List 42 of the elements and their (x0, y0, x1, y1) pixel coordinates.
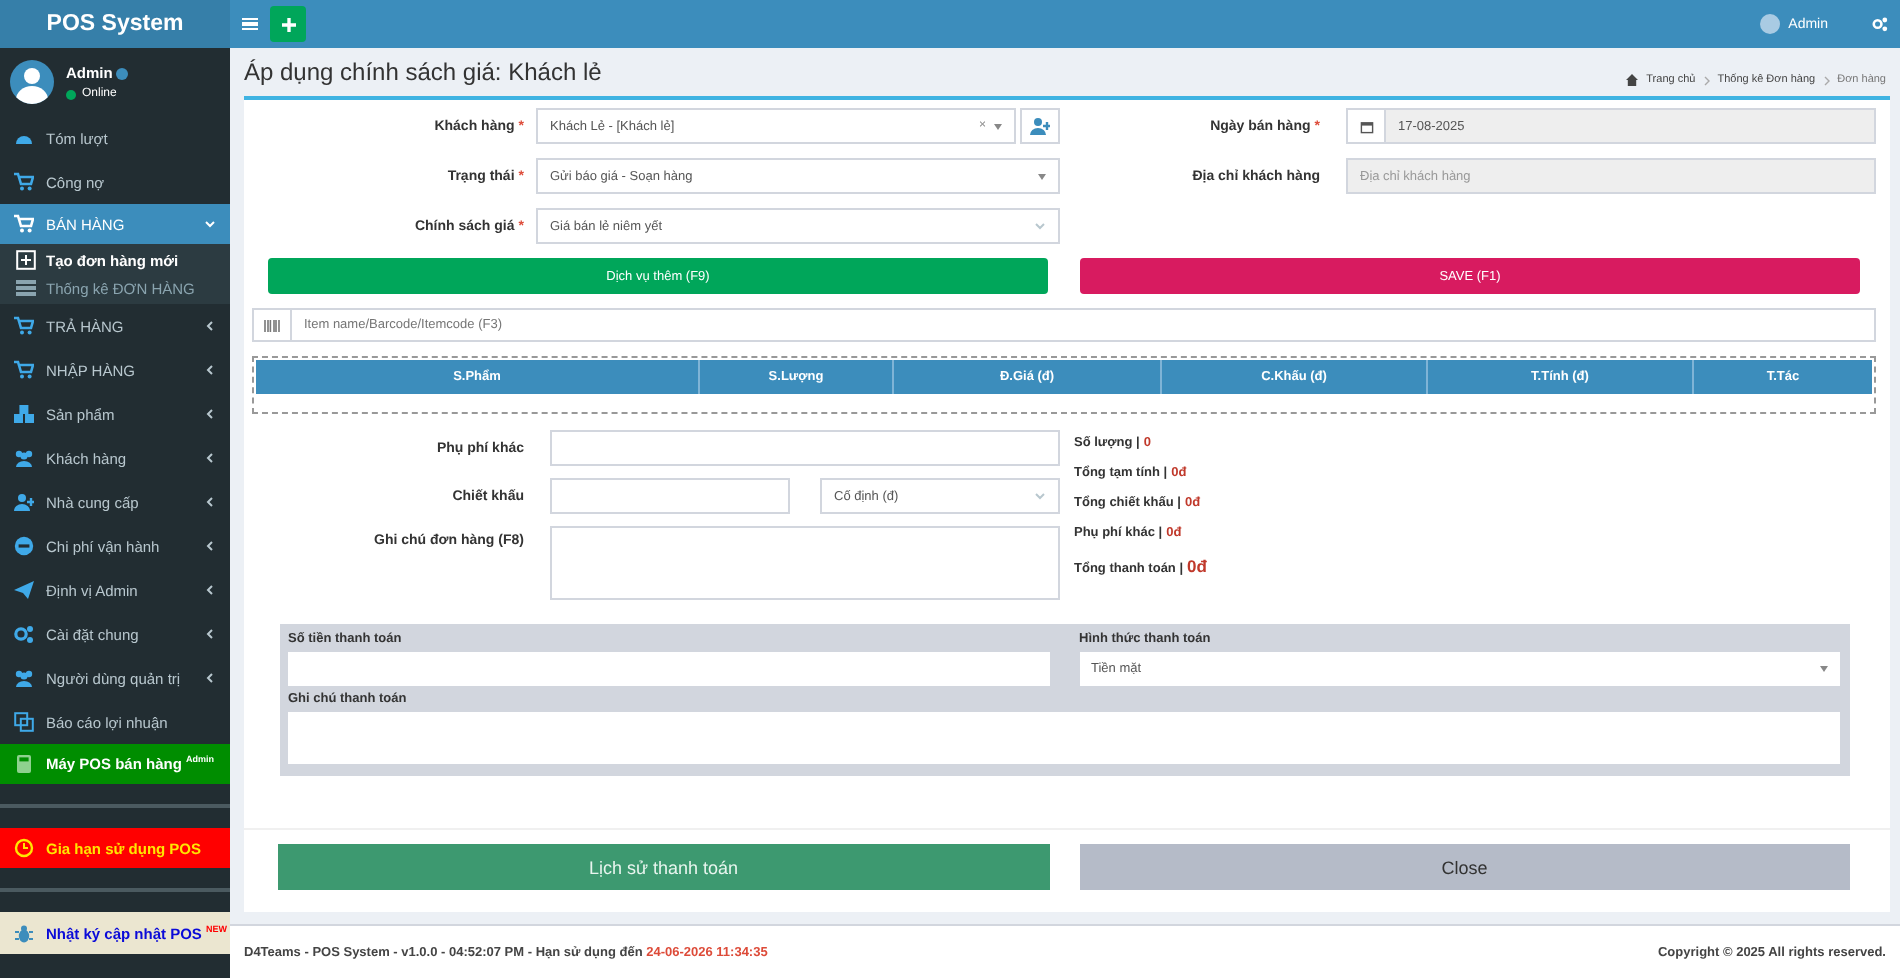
barcode-icon (264, 319, 280, 331)
user-avatar (10, 60, 54, 104)
cart-icon (14, 316, 34, 336)
list-icon (16, 278, 36, 298)
chevron-right-icon (1823, 75, 1830, 85)
menu-icon[interactable] (242, 17, 258, 31)
cart-icon (14, 214, 34, 234)
home-icon (1626, 74, 1639, 86)
surcharge-input[interactable] (550, 430, 1060, 466)
cart-icon (14, 360, 34, 380)
calculator-icon (14, 754, 34, 774)
cart-icon (14, 172, 34, 192)
payment-amount-input[interactable] (288, 652, 1049, 686)
plus-icon (281, 17, 295, 31)
cubes-icon (14, 404, 34, 424)
bug-icon (14, 923, 34, 943)
app-logo[interactable]: POS System (0, 0, 230, 48)
user-avatar[interactable] (1760, 14, 1781, 34)
users-icon (14, 448, 34, 468)
chevron-down-icon (1034, 220, 1046, 232)
order-note-field[interactable] (550, 526, 1060, 600)
summary-value: 0đ (1187, 556, 1207, 576)
copy-icon (14, 712, 34, 732)
close-button[interactable]: Close (1079, 844, 1850, 890)
gears-icon[interactable] (1872, 16, 1888, 32)
add-button[interactable] (270, 6, 306, 42)
plus-square-icon (16, 250, 36, 270)
calendar-icon (1359, 119, 1373, 133)
paper-plane-icon (14, 580, 34, 600)
online-dot-icon (66, 89, 76, 99)
minus-circle-icon (14, 536, 34, 556)
user-plus-icon (1030, 116, 1050, 136)
clock-icon (14, 838, 34, 858)
chevron-down-icon (1034, 490, 1046, 502)
discount-input[interactable] (550, 478, 790, 514)
gears-icon (14, 624, 34, 644)
page-title: Áp dụng chính sách giá: Khách lẻ (244, 58, 602, 86)
chevron-right-icon (1703, 75, 1710, 85)
payment-note-field[interactable] (288, 712, 1840, 764)
user-plus-icon (14, 492, 34, 512)
users-icon (14, 668, 34, 688)
add-customer-button[interactable] (1020, 108, 1060, 144)
